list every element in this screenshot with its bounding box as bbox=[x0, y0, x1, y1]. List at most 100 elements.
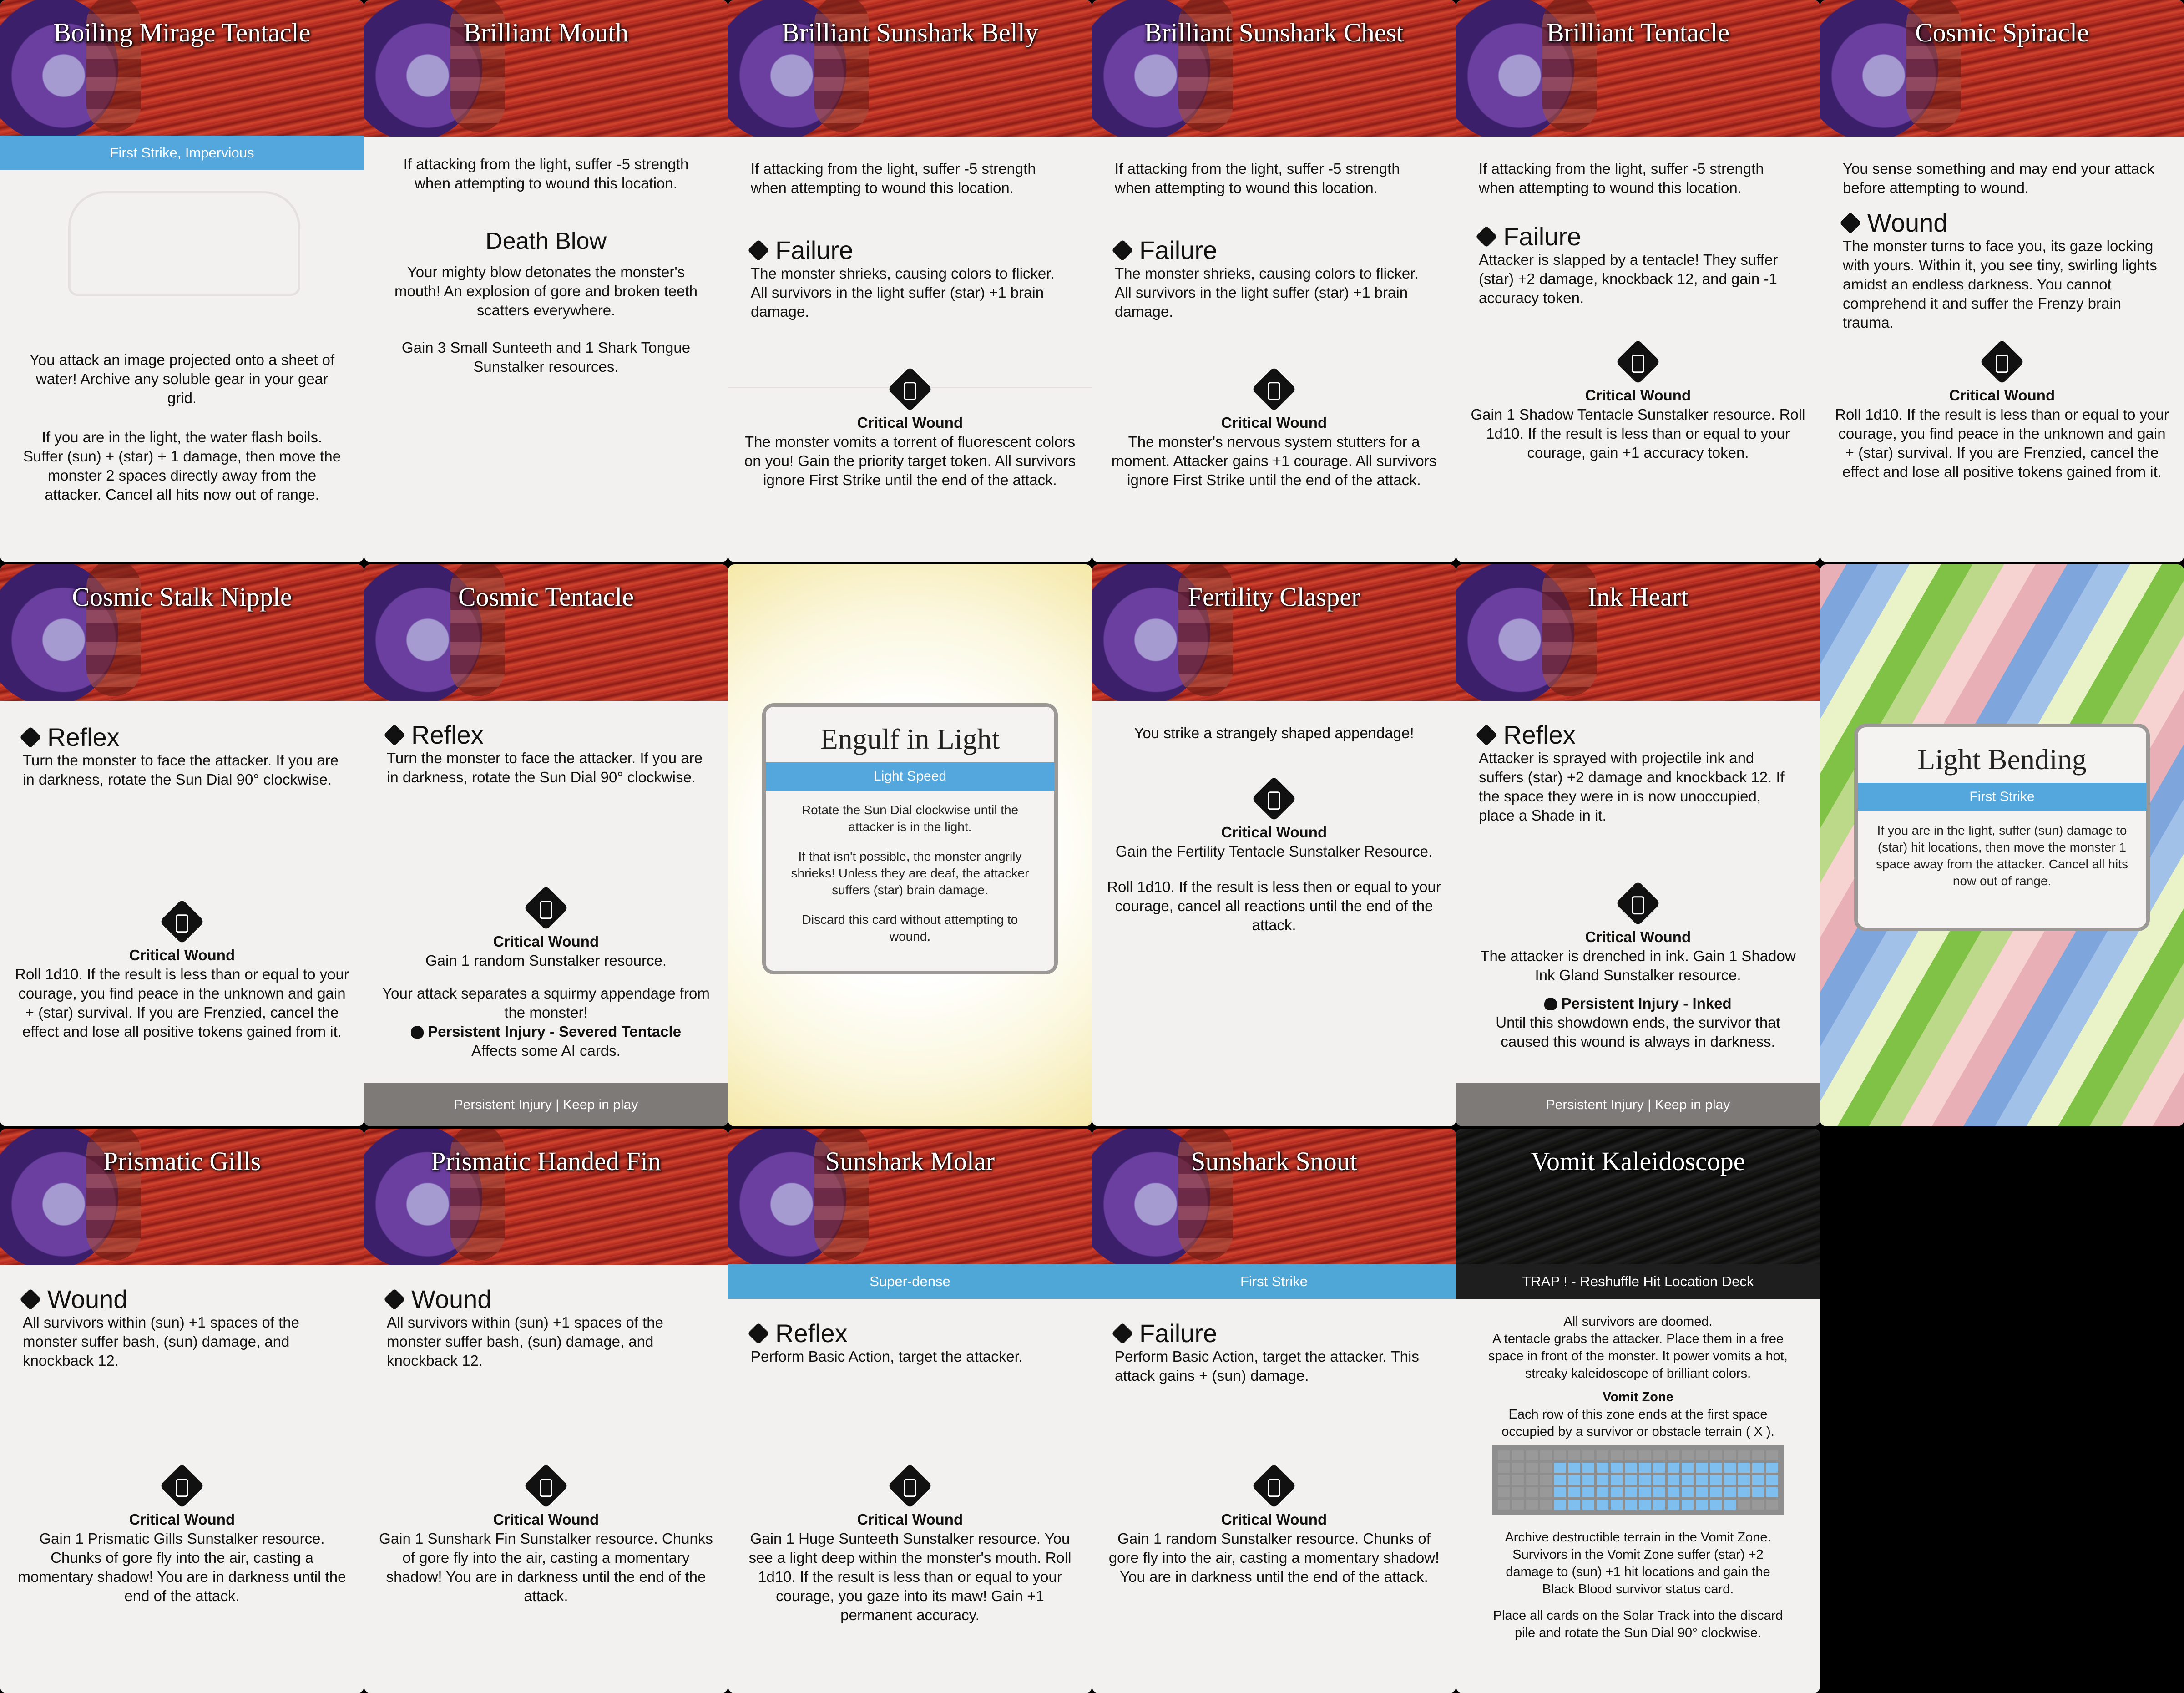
keyword: Failure bbox=[1503, 222, 1582, 251]
card-band: Light Speed bbox=[766, 762, 1054, 791]
card-fertility-clasper[interactable]: Fertility Clasper You strike a strangely… bbox=[1092, 564, 1456, 1126]
keyword-icon bbox=[1111, 239, 1134, 262]
card-text: Discard this card without attempting to … bbox=[802, 912, 1018, 943]
card-text: If attacking from the light, suffer -5 s… bbox=[1115, 160, 1400, 196]
card-band: Super-dense bbox=[728, 1264, 1092, 1299]
card-text: A tentacle grabs the attacker. Place the… bbox=[1488, 1332, 1788, 1381]
crit-title: Critical Wound bbox=[493, 1511, 599, 1528]
card-title: Brilliant Mouth bbox=[463, 18, 629, 47]
card-light-bending[interactable]: Light Bending First Strike If you are in… bbox=[1820, 564, 2184, 1126]
card-title: Vomit Kaleidoscope bbox=[1531, 1146, 1745, 1176]
card-sunshark-snout[interactable]: Sunshark Snout First Strike Failure Perf… bbox=[1092, 1129, 1456, 1693]
critical-wound-icon bbox=[1979, 339, 2025, 385]
card-brilliant-sunshark-belly[interactable]: Brilliant Sunshark Belly If attacking fr… bbox=[728, 0, 1092, 562]
persistent-injury-title: Persistent Injury - Severed Tentacle bbox=[428, 1023, 682, 1040]
card-text: Attacker is sprayed with projectile ink … bbox=[1479, 750, 1785, 824]
card-title: Brilliant Sunshark Belly bbox=[782, 18, 1038, 47]
card-text: If attacking from the light, suffer -5 s… bbox=[403, 156, 689, 192]
crit-text: Gain 1 random Sunstalker resource. bbox=[425, 952, 667, 969]
card-heading: Death Blow bbox=[485, 228, 607, 254]
card-title: Boiling Mirage Tentacle bbox=[53, 18, 311, 47]
critical-wound-icon bbox=[159, 899, 205, 944]
persistent-injury-text: Affects some AI cards. bbox=[471, 1042, 621, 1059]
keyword-icon bbox=[747, 239, 770, 262]
critical-wound-icon bbox=[523, 1463, 569, 1509]
crit-text: Gain 1 Prismatic Gills Sunstalker resour… bbox=[18, 1530, 346, 1604]
keyword-icon bbox=[383, 1288, 406, 1311]
card-text: If attacking from the light, suffer -5 s… bbox=[1479, 160, 1764, 196]
crit-title: Critical Wound bbox=[1221, 824, 1327, 841]
keyword-icon bbox=[1475, 225, 1498, 248]
critical-wound-icon bbox=[1615, 339, 1661, 385]
card-text: All survivors within (sun) +1 spaces of … bbox=[23, 1314, 300, 1369]
crit-title: Critical Wound bbox=[1221, 1511, 1327, 1528]
keyword-icon bbox=[1839, 212, 1862, 234]
card-text: Perform Basic Action, target the attacke… bbox=[751, 1348, 1023, 1365]
crit-text: Roll 1d10. If the result is less then or… bbox=[1107, 878, 1441, 933]
crit-title: Critical Wound bbox=[129, 1511, 235, 1528]
card-sunshark-molar[interactable]: Sunshark Molar Super-dense Reflex Perfor… bbox=[728, 1129, 1092, 1693]
keyword-icon bbox=[1475, 724, 1498, 746]
crit-title: Critical Wound bbox=[857, 414, 963, 431]
critical-wound-icon bbox=[1251, 366, 1297, 412]
persistent-injury-text: Until this showdown ends, the survivor t… bbox=[1496, 1014, 1780, 1050]
card-text: If attacking from the light, suffer -5 s… bbox=[751, 160, 1036, 196]
critical-wound-icon bbox=[887, 366, 933, 412]
card-text: You attack an image projected onto a she… bbox=[29, 351, 335, 406]
keyword-icon bbox=[19, 1288, 42, 1311]
card-text: Place all cards on the Solar Track into … bbox=[1493, 1608, 1783, 1640]
card-ink-heart[interactable]: Ink Heart Reflex Attacker is sprayed wit… bbox=[1456, 564, 1820, 1126]
trap-panel: Light Bending First Strike If you are in… bbox=[1854, 724, 2150, 931]
zone-title: Vomit Zone bbox=[1603, 1390, 1673, 1404]
crit-text: Gain 1 Sunshark Fin Sunstalker resource.… bbox=[379, 1530, 713, 1604]
card-title: Prismatic Handed Fin bbox=[431, 1146, 661, 1176]
persistent-injury-title: Persistent Injury - Inked bbox=[1561, 995, 1732, 1012]
card-cosmic-spiracle[interactable]: Cosmic Spiracle You sense something and … bbox=[1820, 0, 2184, 562]
card-title: Light Bending bbox=[1917, 743, 2087, 776]
card-title: Brilliant Tentacle bbox=[1546, 18, 1730, 47]
keyword-icon bbox=[747, 1322, 770, 1345]
crit-text: The monster vomits a torrent of fluoresc… bbox=[744, 433, 1076, 488]
card-brilliant-tentacle[interactable]: Brilliant Tentacle If attacking from the… bbox=[1456, 0, 1820, 562]
card-text: The monster shrieks, causing colors to f… bbox=[751, 265, 1055, 320]
card-title: Ink Heart bbox=[1587, 582, 1689, 612]
card-cosmic-stalk-nipple[interactable]: Cosmic Stalk Nipple Reflex Turn the mons… bbox=[0, 564, 364, 1126]
card-brilliant-mouth[interactable]: Brilliant Mouth If attacking from the li… bbox=[364, 0, 728, 562]
card-vomit-kaleidoscope[interactable]: Vomit Kaleidoscope TRAP ! - Reshuffle Hi… bbox=[1456, 1129, 1820, 1693]
card-title: Cosmic Stalk Nipple bbox=[72, 582, 292, 612]
card-text: If you are in the light, the water flash… bbox=[23, 429, 341, 503]
keyword-icon bbox=[383, 724, 406, 746]
keyword: Wound bbox=[47, 1285, 128, 1313]
keyword: Reflex bbox=[775, 1319, 848, 1348]
keyword: Failure bbox=[1139, 236, 1218, 264]
crit-title: Critical Wound bbox=[129, 947, 235, 963]
critical-wound-icon bbox=[1251, 1463, 1297, 1509]
crit-text: The monster's nervous system stutters fo… bbox=[1111, 433, 1437, 488]
card-text: The monster shrieks, causing colors to f… bbox=[1115, 265, 1419, 320]
critical-wound-icon bbox=[887, 1463, 933, 1509]
card-title: Engulf in Light bbox=[820, 723, 1000, 755]
persistent-footer: Persistent Injury | Keep in play bbox=[364, 1083, 728, 1126]
crit-title: Critical Wound bbox=[1585, 387, 1691, 404]
card-prismatic-gills[interactable]: Prismatic Gills Wound All survivors with… bbox=[0, 1129, 364, 1693]
crit-text: Gain the Fertility Tentacle Sunstalker R… bbox=[1115, 843, 1433, 860]
keyword: Reflex bbox=[411, 720, 484, 749]
watermark-sketch bbox=[68, 191, 300, 296]
card-cosmic-tentacle[interactable]: Cosmic Tentacle Reflex Turn the monster … bbox=[364, 564, 728, 1126]
card-engulf-in-light[interactable]: Engulf in Light Light Speed Rotate the S… bbox=[728, 564, 1092, 1126]
keyword-icon bbox=[19, 726, 42, 749]
card-band: First Strike bbox=[1858, 783, 2146, 811]
crit-title: Critical Wound bbox=[1949, 387, 2055, 404]
card-prismatic-handed-fin[interactable]: Prismatic Handed Fin Wound All survivors… bbox=[364, 1129, 728, 1693]
card-text: The monster turns to face you, its gaze … bbox=[1843, 238, 2157, 331]
card-brilliant-sunshark-chest[interactable]: Brilliant Sunshark Chest If attacking fr… bbox=[1092, 0, 1456, 562]
crit-text: Gain 1 Shadow Tentacle Sunstalker resour… bbox=[1471, 406, 1805, 461]
keyword-icon bbox=[1111, 1322, 1134, 1345]
keyword: Wound bbox=[411, 1285, 492, 1313]
crit-title: Critical Wound bbox=[857, 1511, 963, 1528]
card-title: Cosmic Spiracle bbox=[1915, 18, 2089, 47]
card-boiling-mirage-tentacle[interactable]: Boiling Mirage Tentacle First Strike, Im… bbox=[0, 0, 364, 562]
crit-text: The attacker is drenched in ink. Gain 1 … bbox=[1480, 948, 1796, 983]
keyword: Failure bbox=[775, 236, 854, 264]
card-band: First Strike, Impervious bbox=[0, 136, 364, 170]
